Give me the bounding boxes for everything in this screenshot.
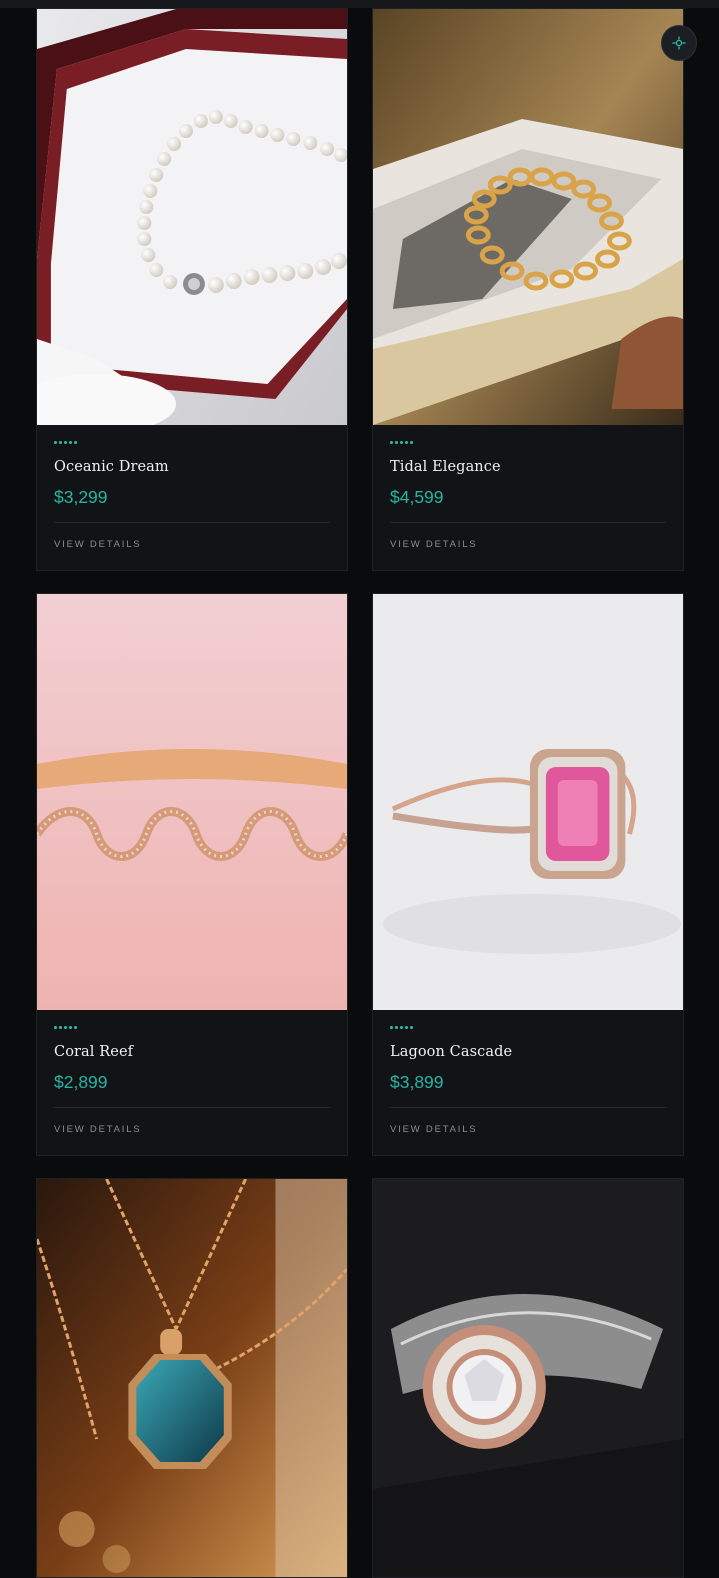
product-image-gold-bracelet[interactable]	[373, 9, 683, 425]
star-icon	[400, 441, 403, 444]
star-icon	[405, 441, 408, 444]
rating-stars	[390, 441, 666, 445]
rating-stars	[54, 441, 330, 445]
star-icon	[69, 441, 72, 444]
product-name: Oceanic Dream	[54, 459, 169, 475]
product-image-diamond-ring[interactable]	[373, 1179, 683, 1577]
rating-stars	[54, 1026, 330, 1030]
star-icon	[54, 441, 57, 444]
product-image-teal-pendant[interactable]	[37, 1179, 347, 1577]
product-image-pink-ring[interactable]	[373, 594, 683, 1010]
sparkle-icon	[672, 36, 686, 50]
product-price: $4,599	[390, 487, 444, 507]
product-price: $3,899	[390, 1072, 444, 1092]
product-price: $2,899	[54, 1072, 108, 1092]
product-name: Coral Reef	[54, 1044, 134, 1060]
product-card[interactable]: Coral Reef $2,899 VIEW DETAILS	[36, 593, 348, 1156]
star-icon	[74, 441, 77, 444]
star-icon	[59, 1026, 62, 1029]
star-icon	[405, 1026, 408, 1029]
star-icon	[400, 1026, 403, 1029]
divider	[54, 522, 330, 523]
star-icon	[410, 441, 413, 444]
view-details-link[interactable]: VIEW DETAILS	[54, 1124, 141, 1135]
star-icon	[390, 1026, 393, 1029]
rating-stars	[390, 1026, 666, 1030]
product-card[interactable]: Lagoon Cascade $3,899 VIEW DETAILS	[372, 593, 684, 1156]
star-icon	[69, 1026, 72, 1029]
product-price: $3,299	[54, 487, 108, 507]
star-icon	[54, 1026, 57, 1029]
product-card[interactable]	[372, 1178, 684, 1578]
star-icon	[64, 1026, 67, 1029]
view-details-link[interactable]: VIEW DETAILS	[54, 539, 141, 550]
product-image-pearl-necklace[interactable]	[37, 9, 347, 425]
view-details-link[interactable]: VIEW DETAILS	[390, 539, 477, 550]
top-bar	[0, 0, 719, 8]
star-icon	[64, 441, 67, 444]
star-icon	[395, 1026, 398, 1029]
product-name: Tidal Elegance	[390, 459, 501, 475]
divider	[54, 1107, 330, 1108]
star-icon	[410, 1026, 413, 1029]
star-icon	[59, 441, 62, 444]
product-card[interactable]	[36, 1178, 348, 1578]
view-details-link[interactable]: VIEW DETAILS	[390, 1124, 477, 1135]
star-icon	[390, 441, 393, 444]
star-icon	[395, 441, 398, 444]
product-image-diamond-bangle[interactable]	[37, 594, 347, 1010]
product-card[interactable]: Tidal Elegance $4,599 VIEW DETAILS	[372, 8, 684, 571]
divider	[390, 1107, 666, 1108]
divider	[390, 522, 666, 523]
product-name: Lagoon Cascade	[390, 1044, 513, 1060]
star-icon	[74, 1026, 77, 1029]
floating-action-button[interactable]	[661, 25, 697, 61]
product-card[interactable]: Oceanic Dream $3,299 VIEW DETAILS	[36, 8, 348, 571]
